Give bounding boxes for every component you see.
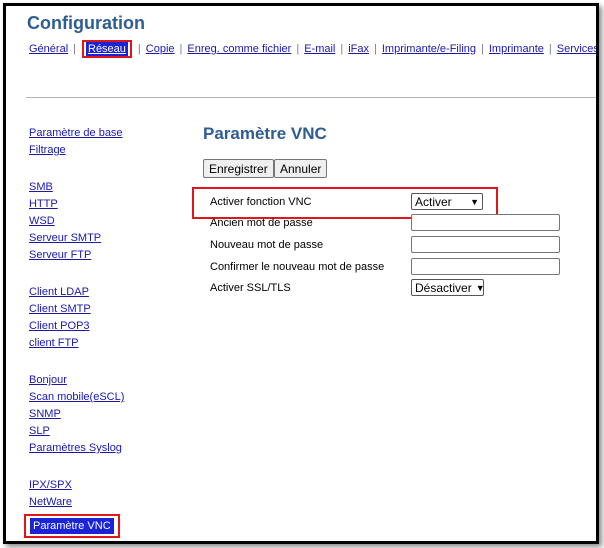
sidebar-item-parametres-syslog[interactable]: Paramètres Syslog	[29, 440, 124, 457]
vnc-enable-label: Activer fonction VNC	[210, 196, 312, 208]
sidebar-item-client-ftp[interactable]: client FTP	[29, 335, 124, 352]
sidebar-item-client-ldap[interactable]: Client LDAP	[29, 284, 124, 301]
sidebar-item-client-smtp[interactable]: Client SMTP	[29, 301, 124, 318]
nav-tab-general[interactable]: Général	[29, 43, 68, 55]
sidebar-active-highlight: Paramètre VNC	[24, 514, 120, 538]
top-navigation: Général | Réseau | Copie | Enreg. comme fichie…	[29, 40, 596, 58]
sidebar: Paramètre de base Filtrage SMB HTTP WSD …	[24, 125, 124, 538]
browser-frame: Configuration Général | Réseau | Copie | Enreg…	[3, 3, 599, 544]
nav-tab-email[interactable]: E-mail	[304, 43, 335, 55]
confirm-password-input[interactable]	[411, 258, 560, 275]
chevron-down-icon: ▼	[470, 196, 479, 207]
new-password-input[interactable]	[411, 236, 560, 253]
nav-tab-services-impression[interactable]: Services d'imp	[557, 43, 596, 55]
nav-tab-reseau[interactable]: Réseau	[86, 42, 128, 56]
sidebar-item-client-pop3[interactable]: Client POP3	[29, 318, 124, 335]
chevron-down-icon: ▼	[475, 282, 485, 293]
cancel-button[interactable]: Annuler	[274, 159, 328, 178]
ssl-tls-select[interactable]: Désactiver ▼	[411, 279, 485, 296]
sidebar-item-filtrage[interactable]: Filtrage	[29, 142, 124, 159]
sidebar-item-bonjour[interactable]: Bonjour	[29, 372, 124, 389]
sidebar-item-serveur-ftp[interactable]: Serveur FTP	[29, 247, 124, 264]
sidebar-item-serveur-smtp[interactable]: Serveur SMTP	[29, 230, 124, 247]
new-password-label: Nouveau mot de passe	[210, 239, 324, 251]
sidebar-item-parametre-vnc[interactable]: Paramètre VNC	[30, 518, 114, 534]
sidebar-item-smb[interactable]: SMB	[29, 179, 124, 196]
sidebar-item-http[interactable]: HTTP	[29, 196, 124, 213]
save-button[interactable]: Enregistrer	[203, 159, 274, 178]
sidebar-item-snmp[interactable]: SNMP	[29, 406, 124, 423]
nav-tab-copie[interactable]: Copie	[146, 43, 175, 55]
ssl-tls-value: Désactiver	[415, 280, 472, 295]
old-password-label: Ancien mot de passe	[210, 217, 313, 229]
sidebar-item-slp[interactable]: SLP	[29, 423, 124, 440]
nav-tab-imprimante-efiling[interactable]: Imprimante/e-Filing	[382, 43, 476, 55]
vnc-enable-value: Activer	[415, 194, 452, 209]
sidebar-item-netware[interactable]: NetWare	[29, 494, 124, 511]
page-header-title: Configuration	[27, 13, 145, 33]
nav-tab-imprimante[interactable]: Imprimante	[489, 43, 544, 55]
confirm-password-label: Confirmer le nouveau mot de passe	[210, 261, 385, 273]
vnc-enable-select[interactable]: Activer ▼	[411, 193, 483, 210]
sidebar-item-wsd[interactable]: WSD	[29, 213, 124, 230]
nav-tab-enreg-fichier[interactable]: Enreg. comme fichier	[187, 43, 291, 55]
nav-tab-ifax[interactable]: iFax	[348, 43, 369, 55]
ssl-tls-label: Activer SSL/TLS	[210, 282, 291, 294]
page-title: Paramètre VNC	[203, 124, 327, 143]
sidebar-item-scan-mobile[interactable]: Scan mobile(eSCL)	[29, 389, 124, 406]
old-password-input[interactable]	[411, 214, 560, 231]
header-divider	[26, 97, 596, 98]
sidebar-item-ipx-spx[interactable]: IPX/SPX	[29, 477, 124, 494]
sidebar-item-parametre-de-base[interactable]: Paramètre de base	[29, 125, 124, 142]
nav-tab-reseau-highlight: Réseau	[82, 40, 132, 58]
